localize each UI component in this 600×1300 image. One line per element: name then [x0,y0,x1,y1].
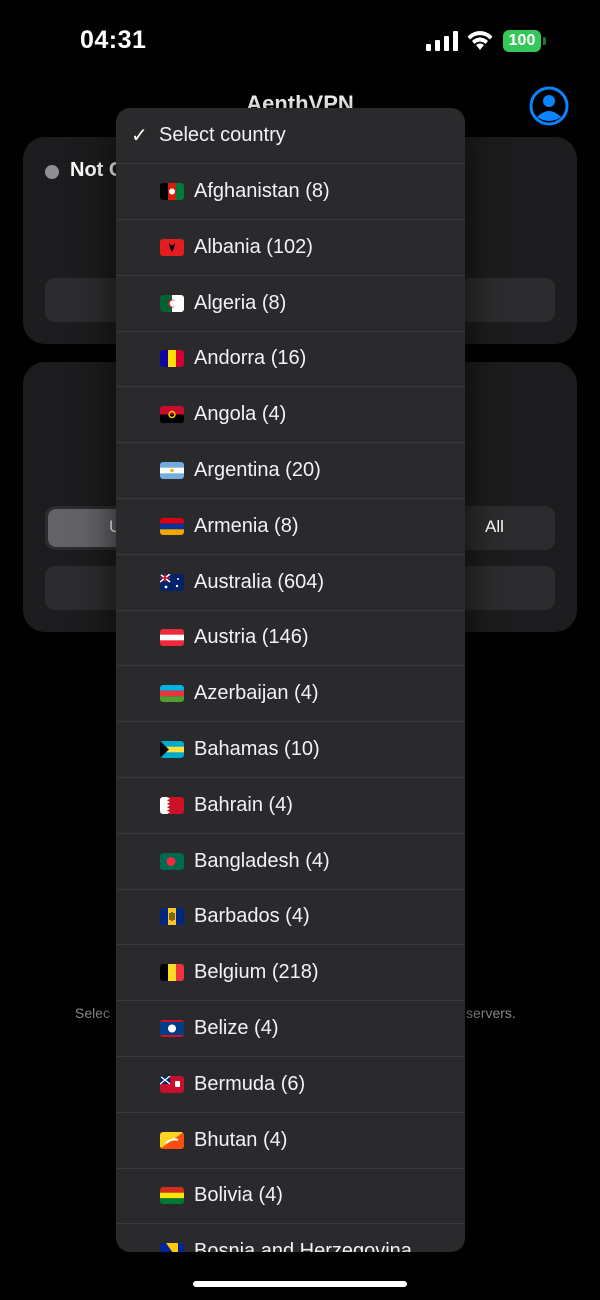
menu-item-country[interactable]: Algeria (8) [116,276,465,332]
status-time: 04:31 [80,26,147,54]
menu-item-country[interactable]: Azerbaijan (4) [116,666,465,723]
menu-item-country[interactable]: Albania (102) [116,220,465,276]
menu-item-country[interactable]: Bolivia (4) [116,1168,465,1225]
armenia-flag-icon [160,517,184,535]
menu-item-country[interactable]: Bermuda (6) [116,1057,465,1113]
menu-item-country[interactable]: Australia (604) [116,555,465,611]
menu-item-country[interactable]: Bahamas (10) [116,722,465,778]
country-label: Bolivia (4) [194,1184,283,1207]
battery-level: 100 [503,30,541,52]
country-label: Angola (4) [194,403,287,426]
battery-indicator: 100 [503,30,547,53]
country-label: Belgium (218) [194,961,319,984]
checkmark-icon: ✓ [131,125,148,147]
menu-item-country[interactable]: Austria (146) [116,610,465,667]
australia-flag-icon [160,573,184,591]
country-label: Argentina (20) [194,459,321,481]
angola-flag-icon [160,406,184,424]
menu-item-country[interactable]: Barbados (4) [116,889,465,946]
status-bar: 04:31 100 [0,0,600,80]
menu-item-country[interactable]: Andorra (16) [116,331,465,388]
austria-flag-icon [160,629,184,647]
country-label: Azerbaijan (4) [194,682,319,705]
bermuda-flag-icon [160,1075,184,1093]
azerbaijan-flag-icon [160,685,184,703]
home-indicator[interactable] [193,1281,407,1287]
country-label: Bangladesh (4) [194,849,330,872]
country-label: Albania (102) [194,235,313,258]
menu-item-country[interactable]: Bhutan (4) [116,1113,465,1169]
menu-item-country[interactable]: Belize (4) [116,1001,465,1057]
menu-item-country[interactable]: Argentina (20) [116,443,465,499]
menu-item-country[interactable]: Angola (4) [116,387,465,444]
argentina-flag-icon [160,462,184,479]
barbados-flag-icon [160,908,184,926]
menu-item-country[interactable]: Afghanistan (8) [116,164,465,220]
menu-item-country[interactable]: Bosnia and Herzegovina [116,1224,465,1252]
menu-item-country[interactable]: Belgium (218) [116,945,465,1002]
bangladesh-flag-icon [160,852,184,870]
person-circle-icon[interactable] [528,85,570,127]
country-label: Bhutan (4) [194,1128,288,1151]
wifi-icon [467,31,493,50]
country-label: Australia (604) [194,570,325,593]
bolivia-flag-icon [160,1187,184,1205]
menu-item-country[interactable]: Bahrain (4) [116,778,465,834]
bahamas-flag-icon [160,741,184,758]
battery-nub [543,37,546,45]
country-label: Bosnia and Herzegovina [194,1240,412,1252]
connection-status-dot [45,165,59,179]
cellular-signal-icon [426,31,458,51]
country-label: Algeria (8) [194,291,287,314]
country-label: Austria (146) [194,626,309,649]
country-label: Armenia (8) [194,514,299,537]
bosnia-flag-icon [160,1243,184,1252]
menu-item-select-country[interactable]: ✓ Select country [116,108,465,164]
country-dropdown-menu[interactable]: ✓ Select country Afghanistan (8) Albania … [116,108,465,1252]
belize-flag-icon [160,1020,184,1037]
country-label: Bahrain (4) [194,793,293,816]
bhutan-flag-icon [160,1131,184,1149]
country-label: Afghanistan (8) [194,180,330,202]
country-label: Bahamas (10) [194,738,320,760]
segment-all-label: All [485,517,504,536]
country-label: Belize (4) [194,1017,279,1039]
afghanistan-flag-icon [160,183,184,200]
menu-item-label: Select country [159,124,286,146]
andorra-flag-icon [160,350,184,368]
country-label: Bermuda (6) [194,1072,306,1095]
menu-item-country[interactable]: Armenia (8) [116,499,465,555]
country-label: Barbados (4) [194,905,310,928]
country-label: Andorra (16) [194,347,307,370]
albania-flag-icon [160,238,184,256]
hint-text-left: Selec [75,1005,111,1021]
belgium-flag-icon [160,964,184,982]
menu-item-country[interactable]: Bangladesh (4) [116,834,465,890]
hint-text-right: servers. [466,1005,516,1021]
algeria-flag-icon [160,294,184,312]
bahrain-flag-icon [160,796,184,814]
